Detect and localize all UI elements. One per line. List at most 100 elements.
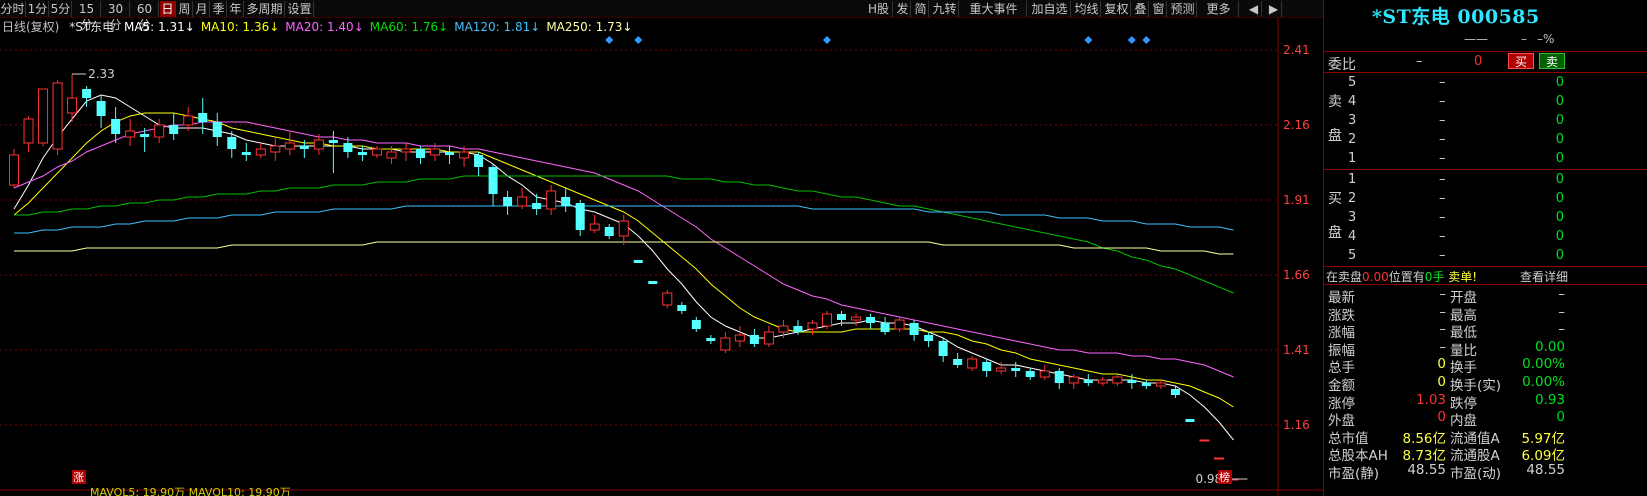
period-tab-8[interactable]: 月 [194, 1, 210, 17]
divider [1324, 72, 1647, 73]
candle-body [909, 323, 919, 335]
sell-button[interactable]: 卖 [1539, 53, 1565, 69]
candle-body [1213, 457, 1224, 460]
signal-marker-icon [1127, 36, 1136, 44]
candle-body [924, 335, 934, 341]
toolbar-btn-7[interactable]: 复权 [1103, 1, 1131, 17]
buy-volume: 0 [1555, 191, 1564, 206]
price-dash: —— [1464, 32, 1488, 46]
candle-body [604, 227, 614, 236]
toolbar-btn-9[interactable]: 窗 [1151, 1, 1167, 17]
view-detail-link[interactable]: 查看详细 [1520, 268, 1568, 285]
candle-body [270, 145, 281, 153]
candle-body [648, 281, 658, 284]
candle-body [866, 317, 876, 323]
buy-price: – [1439, 172, 1446, 187]
buy-row[interactable]: 1 – 0 [1324, 172, 1647, 191]
signal-marker-icon [1084, 36, 1093, 44]
nav-prev-icon[interactable]: ◀ [1246, 1, 1262, 17]
stat-value: – [1439, 286, 1446, 302]
stat-value: – [1558, 303, 1565, 320]
buy-button[interactable]: 买 [1508, 53, 1534, 69]
period-tab-0[interactable]: 分时 [0, 1, 26, 17]
candle-body [299, 146, 309, 149]
kline-chart[interactable]: 2.412.161.911.661.411.162.330.98涨 榜MAVOL5… [0, 18, 1333, 496]
sell-row[interactable]: 4 – 0 [1324, 94, 1647, 113]
rank-badge-label: 榜 [1219, 470, 1230, 484]
candle-body [67, 97, 78, 114]
period-tab-2[interactable]: 5分 [50, 1, 72, 17]
toolbar-btn-8[interactable]: 叠 [1133, 1, 1149, 17]
stat-row: 振幅 – 量比 0.00 [1324, 338, 1647, 359]
stat-row: 最新 – 开盘 – [1324, 286, 1647, 306]
period-tab-3[interactable]: 15分 [73, 1, 101, 32]
toolbar-btn-10[interactable]: 预测 [1169, 1, 1197, 17]
candle-body [183, 115, 194, 126]
candle-body [894, 319, 905, 330]
candle-body [284, 142, 295, 150]
candle-body [343, 143, 353, 152]
candle-body [1054, 371, 1064, 383]
period-tab-7[interactable]: 周 [177, 1, 193, 17]
up-badge-label: 涨 [73, 471, 84, 484]
candle-body [8, 154, 20, 186]
stat-row: 总股本AH 8.73亿 流通股A 6.09亿 [1324, 444, 1647, 464]
divider [1324, 51, 1647, 52]
toolbar-btn-2[interactable]: 简 [913, 1, 929, 17]
toolbar-btn-0[interactable]: H股 [865, 1, 893, 17]
sell-volume: 0 [1555, 151, 1564, 166]
weibi-label: 委比 [1328, 57, 1356, 73]
sell-price: – [1439, 75, 1446, 90]
buy-row[interactable]: 2 – 0 [1324, 191, 1647, 210]
buy-row[interactable]: 3 – 0 [1324, 210, 1647, 229]
sell-row[interactable]: 1 – 0 [1324, 151, 1647, 170]
candle-body [1112, 376, 1123, 384]
period-tab-12[interactable]: 设置 [286, 1, 314, 17]
candle-body [706, 338, 716, 341]
sell-price: – [1439, 132, 1446, 147]
candle-body [1025, 371, 1035, 377]
candle-body [821, 313, 832, 327]
stat-value: 0.00% [1522, 356, 1565, 373]
candle-body [111, 119, 121, 134]
sell-volume: 0 [1555, 132, 1564, 147]
buy-row[interactable]: 4 – 0 [1324, 229, 1647, 248]
period-tab-6[interactable]: 日 [160, 1, 176, 17]
stat-value: – [1558, 321, 1565, 338]
period-tab-4[interactable]: 30分 [102, 1, 130, 32]
period-tab-9[interactable]: 季 [211, 1, 227, 17]
stat-value: 48.55 [1407, 462, 1446, 478]
weibi-value: – [1416, 54, 1423, 69]
sell-row[interactable]: 3 – 0 [1324, 113, 1647, 132]
sell-row[interactable]: 5 – 0 [1324, 75, 1647, 94]
toolbar-btn-1[interactable]: 发 [895, 1, 911, 17]
sell-level: 2 [1348, 132, 1357, 147]
candle-body [778, 325, 789, 333]
period-tab-1[interactable]: 1分 [27, 1, 49, 17]
candle-body [474, 155, 484, 167]
stat-row: 总市值 8.56亿 流通值A 5.97亿 [1324, 427, 1647, 447]
candle-body [546, 190, 557, 210]
period-tab-10[interactable]: 年 [228, 1, 244, 17]
stat-value: – [1439, 303, 1446, 320]
candle-body [677, 305, 687, 311]
buy-price: – [1439, 210, 1446, 225]
period-tab-5[interactable]: 60分 [131, 1, 159, 32]
stat-value: 0 [1437, 374, 1446, 390]
stat-value: 0.00 [1534, 338, 1565, 355]
sell-row[interactable]: 2 – 0 [1324, 132, 1647, 151]
nav-next-icon[interactable]: ▶ [1266, 1, 1282, 17]
toolbar-btn-11[interactable]: 更多 [1199, 1, 1239, 17]
candle-body [357, 152, 367, 155]
toolbar-btn-3[interactable]: 九转 [931, 1, 959, 17]
toolbar-btn-5[interactable]: 加自选 [1029, 1, 1071, 17]
candle-body [212, 122, 222, 137]
buy-row[interactable]: 5 – 0 [1324, 248, 1647, 267]
toolbar-btn-4[interactable]: 重大事件 [961, 1, 1027, 17]
toolbar-btn-6[interactable]: 均线 [1073, 1, 1101, 17]
candle-body [488, 167, 498, 194]
buy-volume: 0 [1555, 229, 1564, 244]
candle-body [633, 260, 643, 263]
period-tab-11[interactable]: 多周期 [245, 1, 285, 17]
candle-body [371, 148, 382, 156]
